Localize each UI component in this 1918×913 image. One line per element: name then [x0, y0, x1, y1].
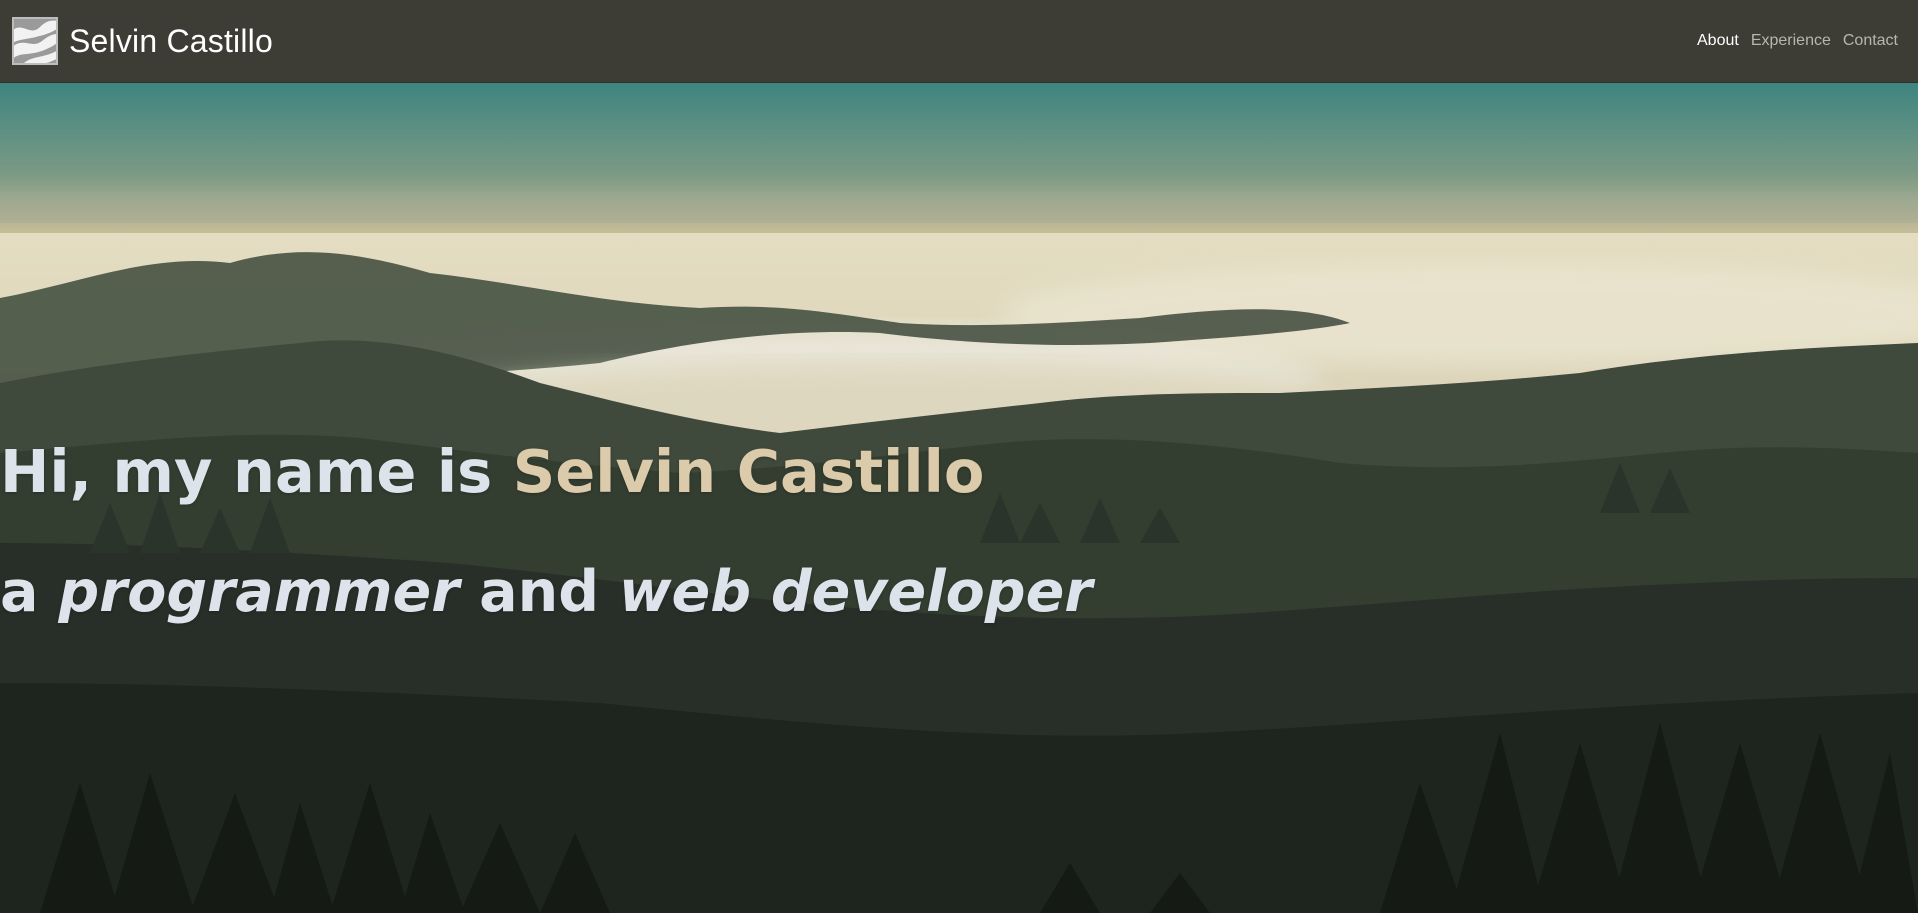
hero-line2-prefix: a [0, 559, 59, 625]
nav-link-experience[interactable]: Experience [1745, 32, 1837, 50]
hero-connector: and [459, 559, 619, 625]
nav-link-about[interactable]: About [1691, 32, 1745, 50]
nav-menu: About Experience Contact [1691, 32, 1904, 50]
hero-role-web-developer: web developer [618, 559, 1093, 625]
nav-link-contact[interactable]: Contact [1837, 32, 1904, 50]
abstract-waves-logo-icon [12, 17, 58, 65]
hero-role-programmer: programmer [58, 559, 460, 625]
brand-link[interactable]: Selvin Castillo [12, 17, 273, 65]
top-navbar: Selvin Castillo About Experience Contact [0, 0, 1918, 83]
hero-name: Selvin Castillo [512, 437, 985, 506]
hero-headline: Hi, my name is Selvin Castillo [0, 437, 984, 507]
hero-intro: Hi, my name is [0, 437, 513, 506]
hero-section: Hi, my name is Selvin Castillo a program… [0, 83, 1918, 913]
hero-subline: a programmer and web developer [0, 557, 1092, 627]
brand-name: Selvin Castillo [69, 22, 273, 59]
